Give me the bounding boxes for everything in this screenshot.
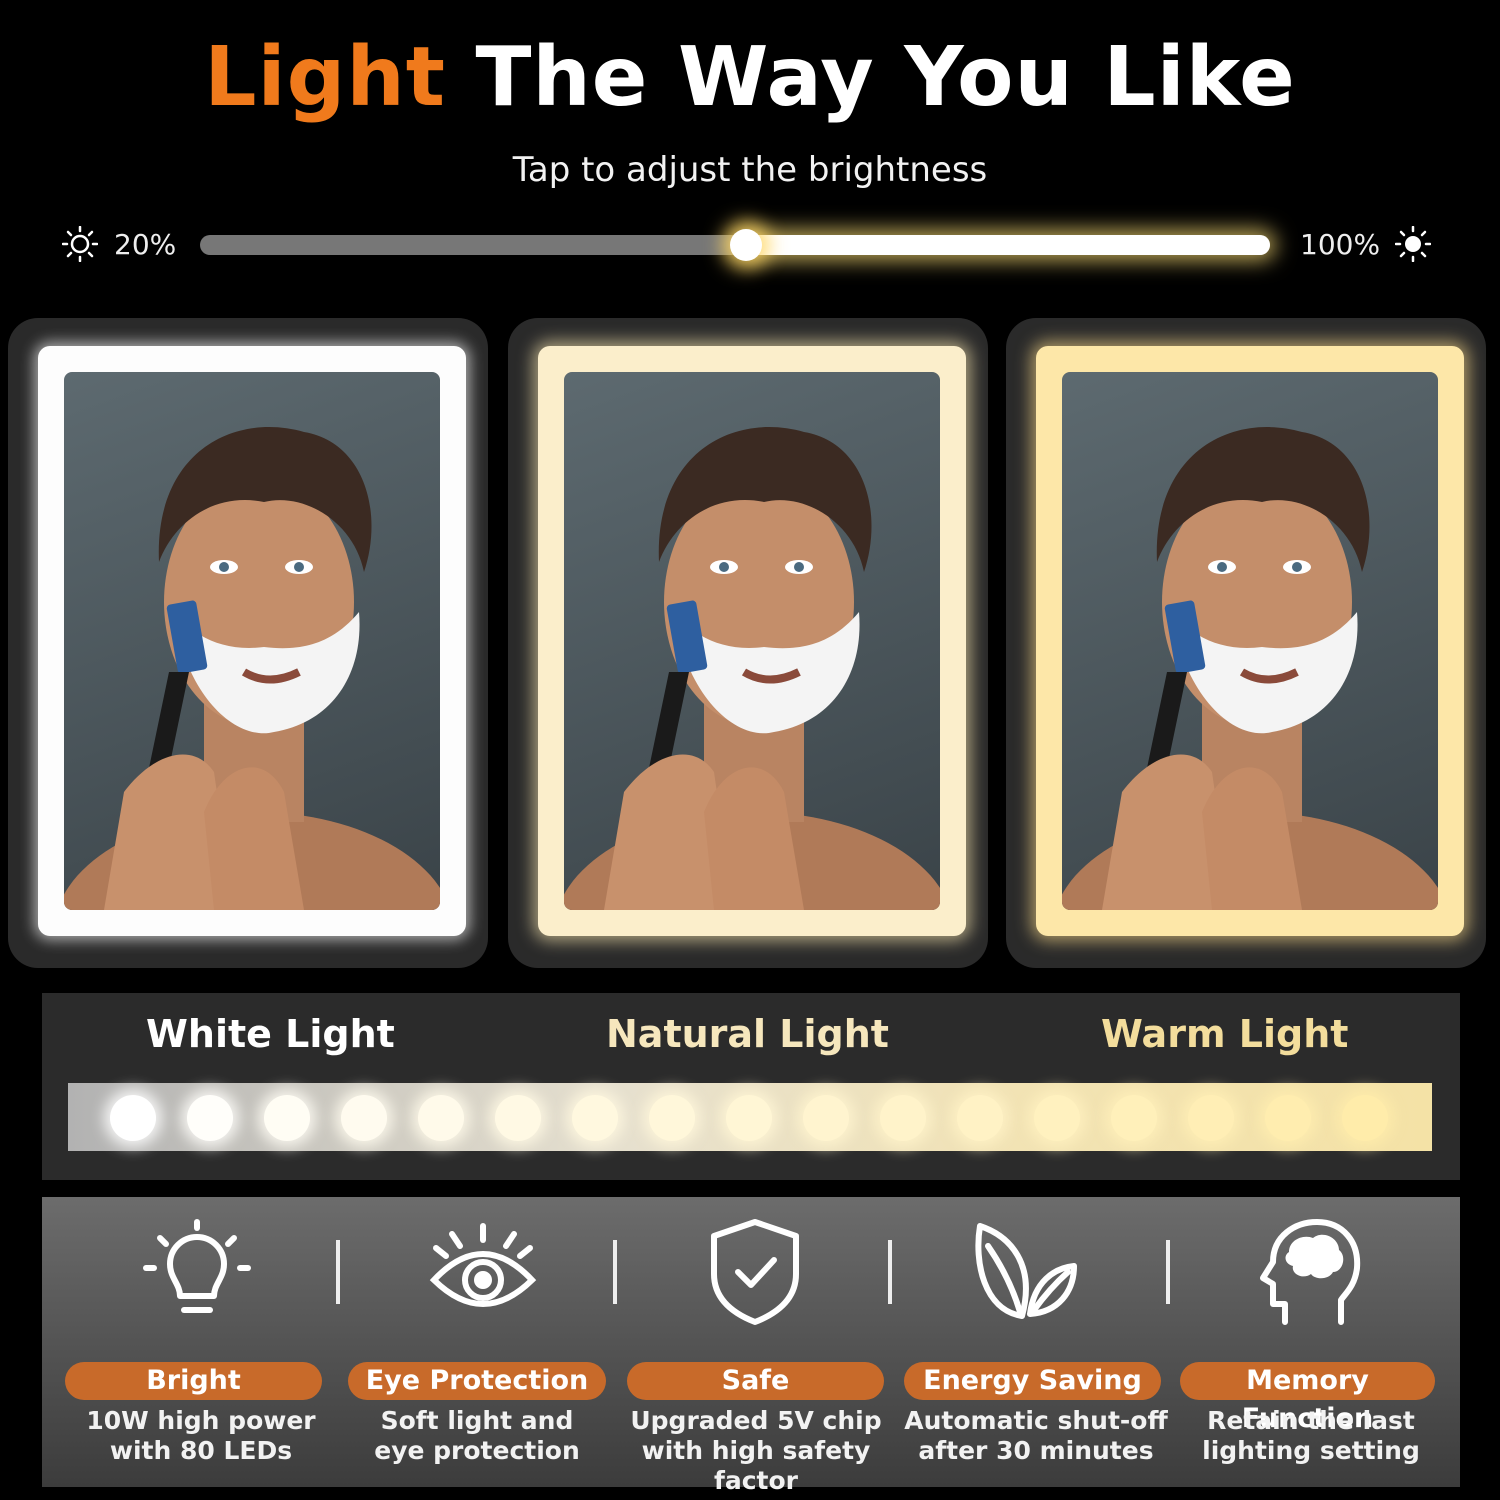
led-bulb bbox=[1111, 1095, 1157, 1141]
feature-title-safe: Safe bbox=[627, 1362, 884, 1400]
feature-description: Soft light and eye protection bbox=[332, 1406, 622, 1466]
brain-head-icon bbox=[1260, 1219, 1361, 1325]
eye-icon bbox=[429, 1223, 537, 1307]
shaving-man-illustration bbox=[1062, 427, 1438, 910]
sun-filled-icon bbox=[1395, 226, 1431, 262]
mirror-reflection-photo bbox=[564, 372, 940, 910]
brightness-min-label: 20% bbox=[114, 228, 177, 261]
led-bulb bbox=[957, 1095, 1003, 1141]
brightness-slider-fill bbox=[745, 235, 1270, 255]
shaving-man-illustration bbox=[564, 427, 940, 910]
led-bulb bbox=[1342, 1095, 1388, 1141]
mirror-natural-light bbox=[508, 318, 988, 968]
page-subtitle: Tap to adjust the brightness bbox=[512, 150, 988, 190]
led-bulb bbox=[649, 1095, 695, 1141]
led-bulb bbox=[110, 1095, 156, 1141]
feature-divider bbox=[336, 1240, 340, 1304]
feature-title-memory-function: Memory Function bbox=[1180, 1362, 1435, 1434]
feature-desc-line: 10W high power bbox=[86, 1406, 316, 1435]
feature-title-eye-protection: Eye Protection bbox=[348, 1362, 606, 1400]
led-bulb bbox=[418, 1095, 464, 1141]
lightbulb-icon bbox=[143, 1219, 251, 1313]
feature-desc-line: Soft light and bbox=[380, 1406, 574, 1435]
mirror-reflection-photo bbox=[64, 372, 440, 910]
brightness-slider[interactable] bbox=[200, 229, 1270, 261]
led-bulb bbox=[341, 1095, 387, 1141]
shaving-man-illustration bbox=[64, 427, 440, 910]
led-bulb bbox=[572, 1095, 618, 1141]
white-light-label: White Light bbox=[146, 1012, 395, 1056]
feature-divider bbox=[613, 1240, 617, 1304]
led-bulb bbox=[495, 1095, 541, 1141]
feature-desc-line: Retain the last bbox=[1207, 1406, 1415, 1435]
led-bulb bbox=[1034, 1095, 1080, 1141]
feature-divider bbox=[1166, 1240, 1170, 1304]
brightness-max-label: 100% bbox=[1300, 228, 1381, 261]
led-bulb bbox=[726, 1095, 772, 1141]
natural-light-label: Natural Light bbox=[606, 1012, 889, 1056]
mirror-frame bbox=[538, 346, 966, 936]
mirror-white-light bbox=[8, 318, 488, 968]
feature-desc-line: Upgraded 5V chip bbox=[630, 1406, 882, 1435]
feature-desc-line: eye protection bbox=[374, 1436, 580, 1465]
feature-description: Upgraded 5V chip with high safety factor bbox=[611, 1406, 901, 1496]
feature-divider bbox=[888, 1240, 892, 1304]
feature-desc-line: after 30 minutes bbox=[918, 1436, 1154, 1465]
feature-description: Automatic shut-off after 30 minutes bbox=[891, 1406, 1181, 1466]
leaf-icon bbox=[975, 1223, 1077, 1319]
title-rest: The Way You Like bbox=[445, 30, 1296, 125]
feature-title-energy-saving: Energy Saving bbox=[904, 1362, 1161, 1400]
feature-desc-line: with 80 LEDs bbox=[109, 1436, 293, 1465]
feature-desc-line: with high safety factor bbox=[641, 1436, 871, 1495]
feature-description: Retain the last lighting setting bbox=[1166, 1406, 1456, 1466]
led-bulb bbox=[1265, 1095, 1311, 1141]
brightness-slider-handle[interactable] bbox=[729, 229, 762, 261]
led-bulb bbox=[880, 1095, 926, 1141]
title-accent: Light bbox=[204, 30, 446, 125]
led-bulb bbox=[264, 1095, 310, 1141]
feature-desc-line: Automatic shut-off bbox=[904, 1406, 1168, 1435]
mirror-warm-light bbox=[1006, 318, 1486, 968]
feature-title-bright: Bright bbox=[65, 1362, 322, 1400]
led-bulb bbox=[187, 1095, 233, 1141]
feature-desc-line: lighting setting bbox=[1202, 1436, 1420, 1465]
warm-light-label: Warm Light bbox=[1101, 1012, 1349, 1056]
feature-description: 10W high power with 80 LEDs bbox=[56, 1406, 346, 1466]
sun-outline-icon bbox=[62, 226, 98, 262]
page-title: Light The Way You Like bbox=[0, 30, 1500, 125]
mirror-frame bbox=[38, 346, 466, 936]
led-bulb bbox=[1188, 1095, 1234, 1141]
mirror-reflection-photo bbox=[1062, 372, 1438, 910]
shield-check-icon bbox=[711, 1219, 799, 1325]
mirror-frame bbox=[1036, 346, 1464, 936]
led-bulb bbox=[803, 1095, 849, 1141]
